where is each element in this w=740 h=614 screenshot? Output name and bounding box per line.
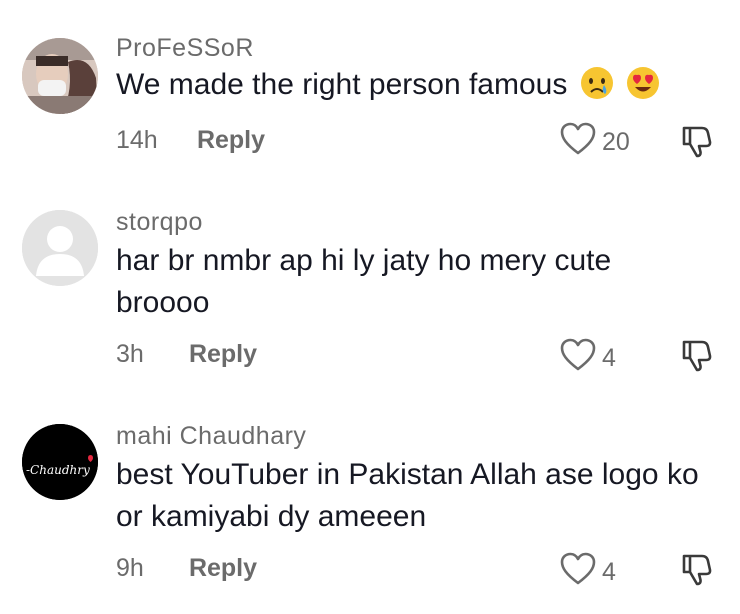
heart-outline-icon (560, 552, 596, 593)
comment-item: -Chaudhry mahi Chaudhary best YouTuber i… (0, 394, 740, 614)
like-count: 20 (602, 128, 630, 156)
comment-meta: 3h Reply (116, 340, 257, 372)
comment-timestamp: 14h (116, 126, 158, 154)
thumbs-down-outline-icon (680, 126, 712, 162)
like-button[interactable]: 4 (560, 552, 616, 593)
comment-timestamp: 3h (116, 340, 144, 368)
heart-outline-icon (560, 122, 596, 163)
reply-button[interactable]: Reply (197, 126, 265, 155)
dislike-button[interactable] (680, 124, 712, 163)
avatar[interactable] (22, 424, 98, 500)
comment-meta: 14h Reply (116, 126, 265, 158)
like-button[interactable]: 4 (560, 338, 616, 379)
comment-item: ProFeSSoR We made the right person famou… (0, 0, 740, 180)
comment-text: best YouTuber in Pakistan Allah ase logo… (116, 458, 699, 533)
comment-username[interactable]: mahi Chaudhary (116, 422, 306, 451)
avatar[interactable] (22, 210, 98, 286)
avatar[interactable] (22, 38, 98, 114)
thumbs-down-outline-icon (680, 554, 712, 590)
avatar-logo-text: -Chaudhry (26, 463, 90, 477)
comment-item: storqpo har br nmbr ap hi ly jaty ho mer… (0, 180, 740, 390)
crying-face-icon (580, 66, 614, 112)
dislike-button[interactable] (680, 338, 712, 377)
reply-button[interactable]: Reply (189, 340, 257, 369)
comment-meta: 9h Reply (116, 554, 257, 586)
like-count: 4 (602, 344, 616, 372)
heart-eyes-face-icon (626, 66, 660, 112)
comment-username[interactable]: ProFeSSoR (116, 34, 254, 63)
like-button[interactable]: 20 (560, 122, 630, 163)
comment-text: har br nmbr ap hi ly jaty ho mery cute b… (116, 244, 612, 319)
like-count: 4 (602, 558, 616, 586)
comment-text-content: We made the right person famous (116, 68, 568, 101)
comment-text: We made the right person famous (116, 64, 706, 112)
comment-timestamp: 9h (116, 554, 144, 582)
dislike-button[interactable] (680, 552, 712, 591)
heart-outline-icon (560, 338, 596, 379)
thumbs-down-outline-icon (680, 340, 712, 376)
reply-button[interactable]: Reply (189, 554, 257, 583)
comment-username[interactable]: storqpo (116, 208, 203, 237)
